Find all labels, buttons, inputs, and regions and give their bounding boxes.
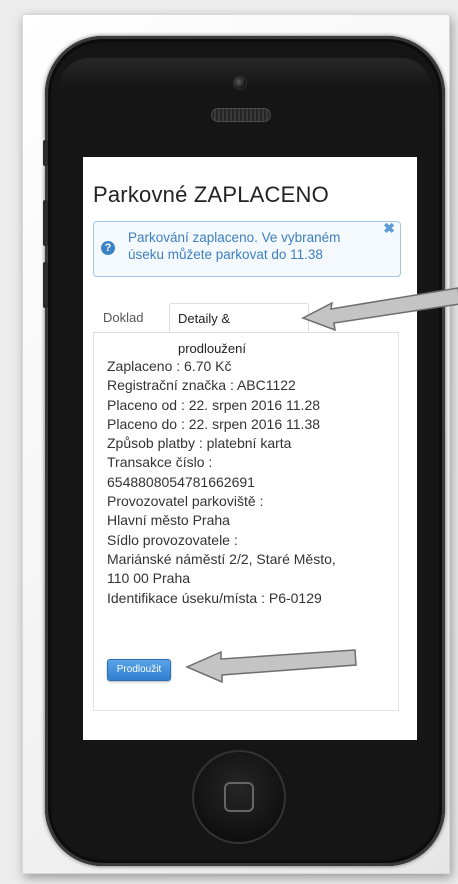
payment-details: Zaplaceno : 6.70 Kč Registrační značka :… xyxy=(107,357,397,608)
info-alert: ? Parkování zaplaceno. Ve vybraném úseku… xyxy=(93,220,401,277)
detail-transaction-label: Transakce číslo : xyxy=(107,454,213,471)
detail-license-plate: Registrační značka : ABC1122 xyxy=(107,377,296,394)
page-title: Parkovné ZAPLACENO xyxy=(93,182,329,207)
detail-operator-label: Provozovatel parkoviště : xyxy=(107,493,264,510)
question-circle-icon: ? xyxy=(101,241,115,255)
phone-screen: Parkovné ZAPLACENO ? Parkování zaplaceno… xyxy=(83,157,417,740)
home-button[interactable] xyxy=(192,750,286,844)
detail-paid-from: Placeno od : 22. srpen 2016 11.28 xyxy=(107,396,321,413)
extend-button[interactable]: Prodloužit xyxy=(107,659,171,681)
detail-transaction-number: 6548808054781662691 xyxy=(107,473,255,490)
detail-paid-until: Placeno do : 22. srpen 2016 11.38 xyxy=(107,415,321,432)
detail-address-line1: Mariánské náměstí 2/2, Staré Město, xyxy=(107,550,336,567)
volume-up-button xyxy=(43,200,48,246)
detail-operator-name: Hlavní město Praha xyxy=(107,512,230,529)
mute-switch xyxy=(43,140,48,166)
tab-receipt[interactable]: Doklad xyxy=(95,303,163,333)
home-square-icon xyxy=(224,782,254,812)
detail-address-label: Sídlo provozovatele : xyxy=(107,531,238,548)
front-camera-icon xyxy=(233,76,247,90)
detail-paid: Zaplaceno : 6.70 Kč xyxy=(107,358,232,374)
detail-zone-id: Identifikace úseku/místa : P6-0129 xyxy=(107,589,322,606)
earpiece-speaker xyxy=(211,108,271,122)
detail-payment-method: Způsob platby : platební karta xyxy=(107,435,292,452)
detail-address-line2: 110 00 Praha xyxy=(107,570,191,587)
alert-message: Parkování zaplaceno. Ve vybraném úseku m… xyxy=(128,230,341,262)
close-icon[interactable]: ✖ xyxy=(383,220,395,237)
volume-down-button xyxy=(43,262,48,308)
tab-details-extension[interactable]: Detaily & prodloužení xyxy=(169,303,309,356)
